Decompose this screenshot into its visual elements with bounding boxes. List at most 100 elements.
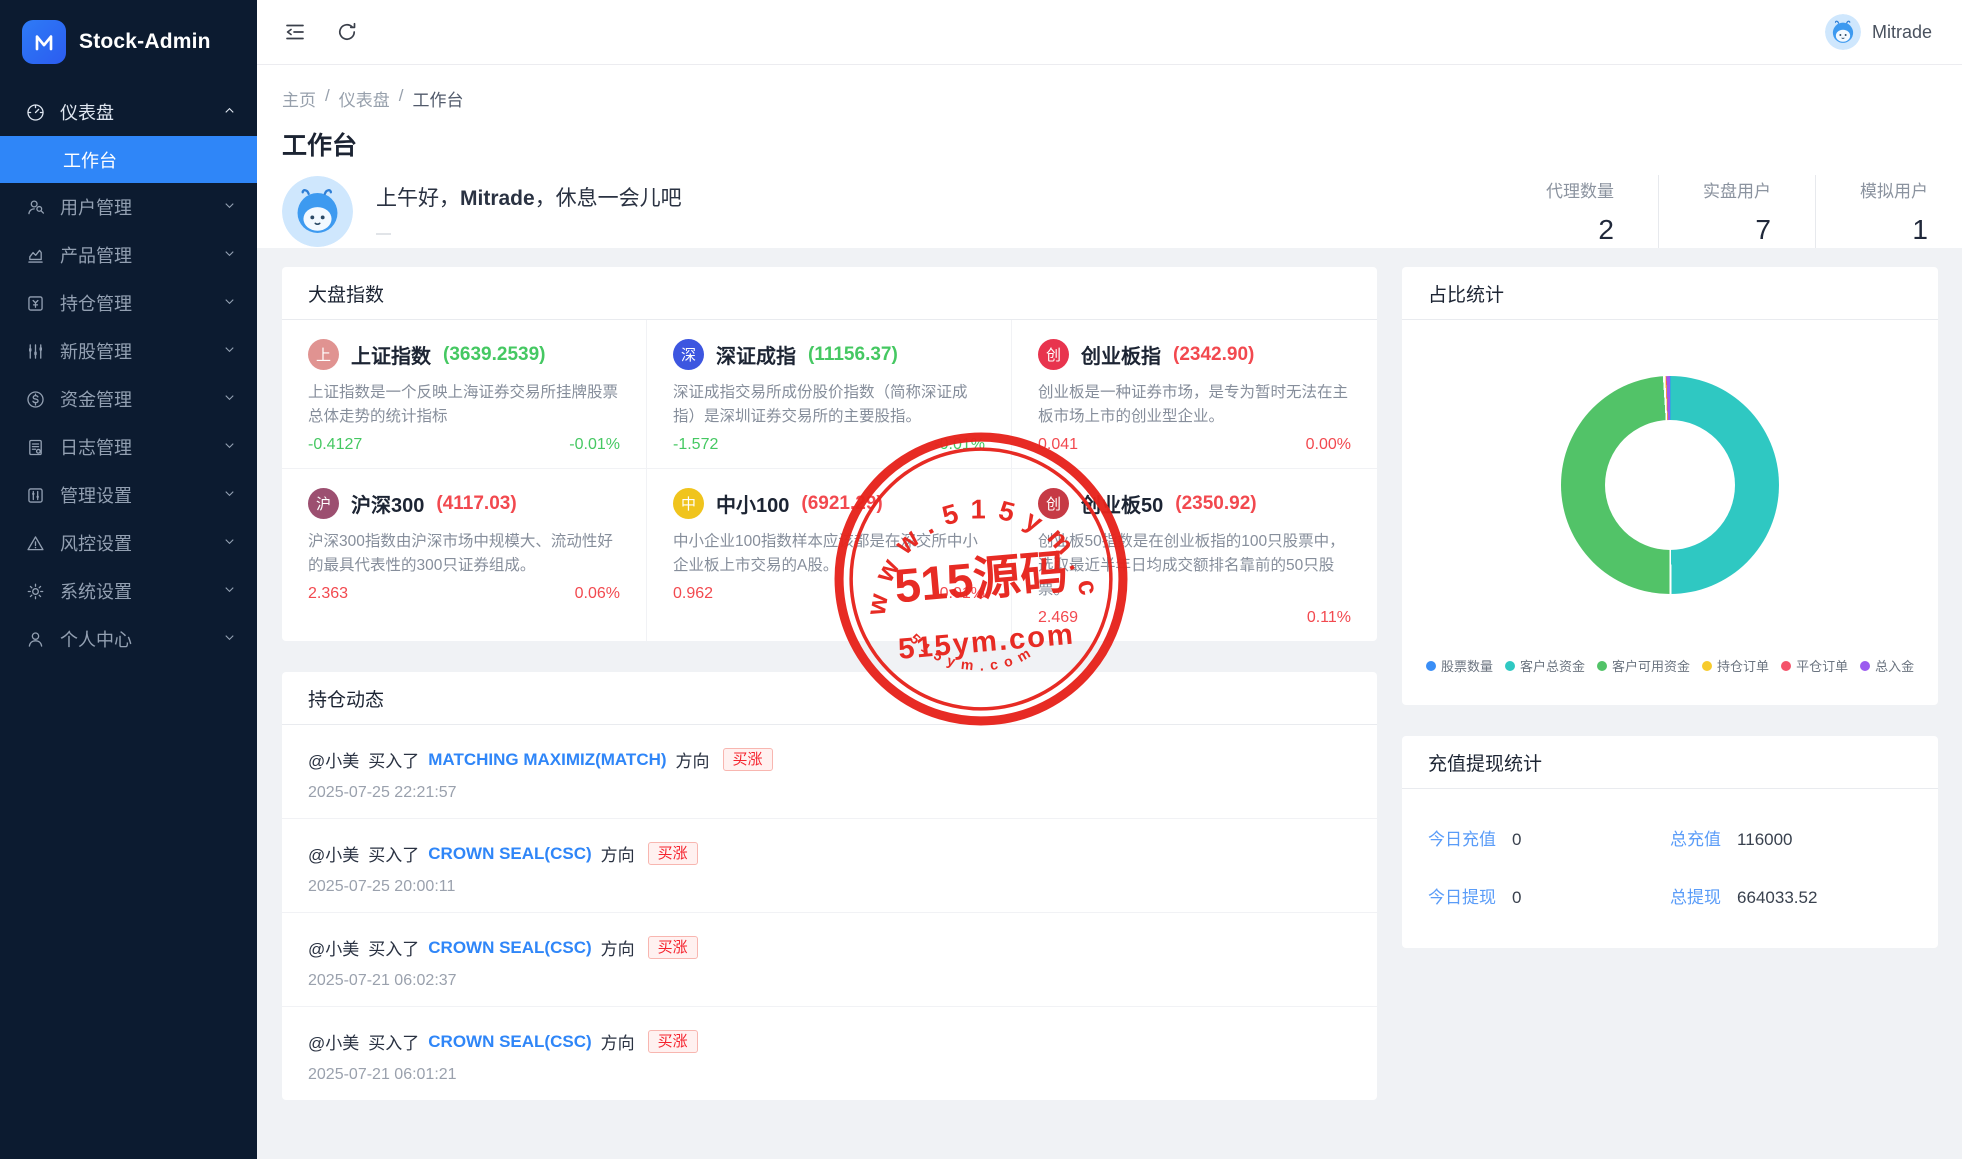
recharge-row: 今日提现 0 <box>1428 883 1670 908</box>
position-action: 买入了 <box>368 846 420 866</box>
chevron-down-icon <box>222 581 237 602</box>
sidebar-item[interactable]: 资金管理 <box>0 375 257 423</box>
breadcrumb-item[interactable]: 主页 <box>282 86 316 111</box>
sidebar-subitem[interactable]: 工作台 <box>0 136 257 183</box>
recharge-grid: 今日充值 0 总充值 116000 今日提现 0 总提现 664033.52 <box>1402 789 1938 948</box>
sidebar-item[interactable]: 管理设置 <box>0 471 257 519</box>
index-name: 沪深300 <box>351 495 425 518</box>
content-area: 大盘指数 上 上证指数 (3639.2539) 上证指数是一个反映上海证券交易所… <box>257 248 1962 1159</box>
recharge-label: 总提现 <box>1670 888 1722 907</box>
legend-label: 平仓订单 <box>1796 659 1849 674</box>
index-change: -1.572 <box>673 436 719 454</box>
sidebar-item[interactable]: 日志管理 <box>0 423 257 471</box>
legend-item[interactable]: 持仓订单 <box>1702 656 1769 675</box>
stat-value: 7 <box>1755 214 1771 245</box>
chevron-up-icon <box>222 102 237 123</box>
position-user: @小美 <box>308 1034 360 1054</box>
position-symbol-link[interactable]: MATCHING MAXIMIZ(MATCH) <box>428 750 666 770</box>
sidebar-item-label: 持仓管理 <box>60 294 132 314</box>
user-manage-icon <box>24 196 46 218</box>
collapse-sidebar-button[interactable] <box>281 18 309 46</box>
legend-dot-icon <box>1505 660 1516 671</box>
position-direction-label: 方向 <box>675 752 710 772</box>
sidebar-item[interactable]: 持仓管理 <box>0 279 257 327</box>
position-direction-label: 方向 <box>600 1034 635 1054</box>
positions-card: 持仓动态 @小美 买入了 MATCHING MAXIMIZ(MATCH) 方向 … <box>282 672 1377 1101</box>
direction-badge: 买涨 <box>722 748 773 772</box>
index-tile: 中 中小100 (6921.29) 中小企业100指数样本应该都是在深交所中小企… <box>647 469 1012 642</box>
recharge-row: 总充值 116000 <box>1670 825 1912 850</box>
recharge-card-title: 充值提现统计 <box>1402 736 1939 789</box>
breadcrumb-item: 工作台 <box>412 91 464 110</box>
refresh-button[interactable] <box>333 18 361 46</box>
sidebar-item[interactable]: 用户管理 <box>0 183 257 231</box>
breadcrumb-separator: / <box>398 86 404 105</box>
sidebar: Stock-Admin 仪表盘 工作台 用户管理 产品管理 持仓管理 新股管理 … <box>0 0 257 1159</box>
sidebar-item[interactable]: 仪表盘 <box>0 88 257 136</box>
app-root: Stock-Admin 仪表盘 工作台 用户管理 产品管理 持仓管理 新股管理 … <box>0 0 1962 1159</box>
index-change-percent: 0.01% <box>939 585 985 603</box>
position-symbol-link[interactable]: CROWN SEAL(CSC) <box>428 844 591 864</box>
index-price: (3639.2539) <box>443 343 546 365</box>
index-description: 上证指数是一个反映上海证券交易所挂牌股票总体走势的统计指标 <box>308 384 619 426</box>
stat-label: 模拟用户 <box>1860 182 1928 201</box>
sidebar-item[interactable]: 系统设置 <box>0 567 257 615</box>
recharge-value: 0 <box>1512 888 1522 907</box>
index-description: 沪深300指数由沪深市场中规模大、流动性好的最具代表性的300只证券组成。 <box>308 533 613 575</box>
admin-settings-icon <box>24 484 46 506</box>
position-manage-icon <box>24 292 46 314</box>
sidebar-item-label: 资金管理 <box>60 390 132 410</box>
app-logo[interactable]: Stock-Admin <box>0 0 257 88</box>
chevron-down-icon <box>222 293 237 314</box>
position-action: 买入了 <box>368 940 420 960</box>
position-direction-label: 方向 <box>600 846 635 866</box>
risk-settings-icon <box>24 532 46 554</box>
position-time: 2025-07-21 06:01:21 <box>308 1066 457 1084</box>
index-badge-icon: 创 <box>1038 488 1069 520</box>
page-title: 工作台 <box>282 132 358 160</box>
position-action: 买入了 <box>368 752 420 772</box>
user-menu[interactable]: Mitrade <box>1824 14 1932 50</box>
position-symbol-link[interactable]: CROWN SEAL(CSC) <box>428 938 591 958</box>
stat-block: 实盘用户 7 <box>1658 175 1815 248</box>
profile-icon <box>24 628 46 650</box>
recharge-value: 664033.52 <box>1737 888 1818 907</box>
breadcrumb-item[interactable]: 仪表盘 <box>339 86 390 111</box>
legend-item[interactable]: 总入金 <box>1860 656 1914 675</box>
sidebar-item[interactable]: 风控设置 <box>0 519 257 567</box>
index-change: -0.4127 <box>308 436 363 454</box>
legend-label: 持仓订单 <box>1717 659 1770 674</box>
index-name: 创业板50 <box>1081 495 1164 518</box>
sidebar-item[interactable]: 新股管理 <box>0 327 257 375</box>
index-tile: 上 上证指数 (3639.2539) 上证指数是一个反映上海证券交易所挂牌股票总… <box>282 320 647 470</box>
legend-item[interactable]: 客户可用资金 <box>1597 656 1690 675</box>
index-change-percent: -0.01% <box>934 436 985 454</box>
index-name: 创业板指 <box>1081 346 1161 368</box>
position-symbol-link[interactable]: CROWN SEAL(CSC) <box>428 1032 591 1052</box>
ratio-card: 占比统计 股票数量 客户总资金 客户可用资金 持仓订单 平仓订单 总入金 <box>1402 267 1939 705</box>
legend-item[interactable]: 平仓订单 <box>1781 656 1848 675</box>
index-change: 0.962 <box>673 585 714 603</box>
ipo-manage-icon <box>24 340 46 362</box>
sidebar-menu: 仪表盘 工作台 用户管理 产品管理 持仓管理 新股管理 资金管理 日志管理 管理… <box>0 88 257 1159</box>
chevron-down-icon <box>222 629 237 650</box>
dashboard-icon <box>24 101 46 123</box>
sidebar-item[interactable]: 产品管理 <box>0 231 257 279</box>
position-time: 2025-07-25 22:21:57 <box>308 784 457 802</box>
greeting-avatar <box>282 176 353 247</box>
legend-dot-icon <box>1702 660 1713 671</box>
index-tile: 深 深证成指 (11156.37) 深证成指交易所成份股价指数（简称深证成指）是… <box>647 320 1012 470</box>
position-time: 2025-07-21 06:02:37 <box>308 972 457 990</box>
sidebar-item[interactable]: 个人中心 <box>0 615 257 663</box>
index-description: 深证成指交易所成份股价指数（简称深证成指）是深圳证券交易所的主要股指。 <box>673 384 968 426</box>
position-user: @小美 <box>308 940 360 960</box>
index-description: 创业板是一种证券市场，是专为暂时无法在主板市场上市的创业型企业。 <box>1038 384 1349 426</box>
legend-item[interactable]: 股票数量 <box>1426 656 1493 675</box>
index-badge-icon: 沪 <box>308 488 339 520</box>
refresh-icon <box>338 22 356 41</box>
page-header: 主页 / 仪表盘 / 工作台 工作台 上午好，Mitrade，休息一会儿吧 — 代理数量… <box>257 65 1962 248</box>
greeting-row: 上午好，Mitrade，休息一会儿吧 — 代理数量 2 实盘用户 7 模拟用户 … <box>282 175 1932 248</box>
sidebar-item-label: 产品管理 <box>60 246 132 266</box>
legend-label: 股票数量 <box>1441 659 1494 674</box>
legend-item[interactable]: 客户总资金 <box>1505 656 1585 675</box>
